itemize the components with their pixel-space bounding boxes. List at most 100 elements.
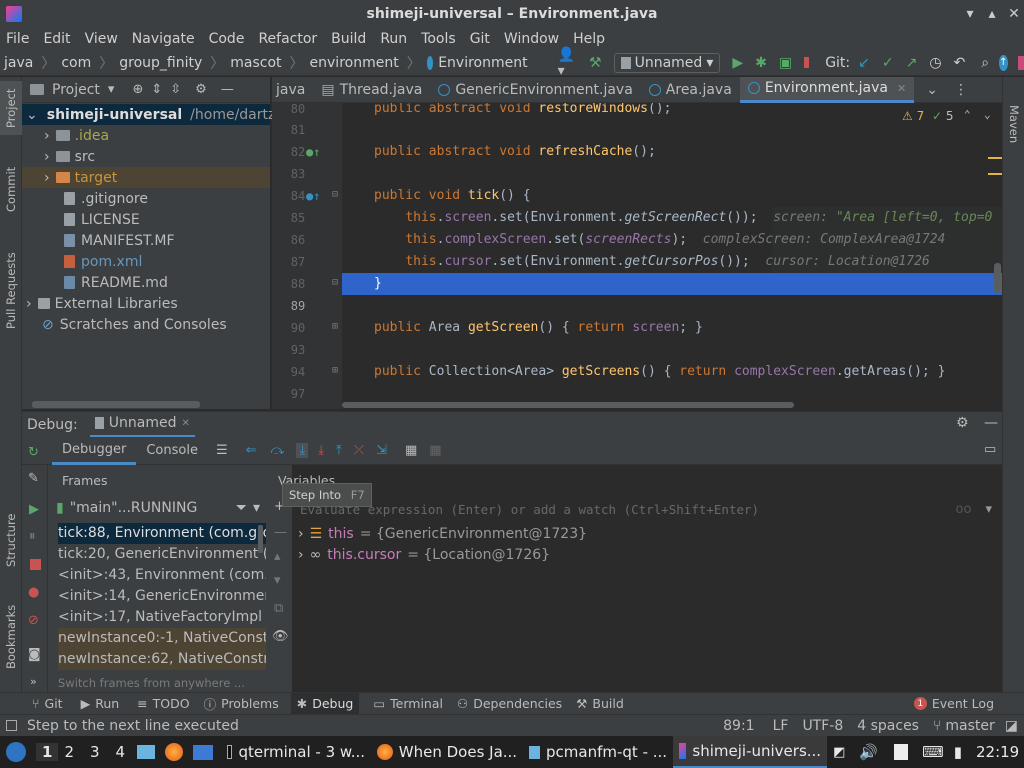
force-step-into-icon[interactable]: ⤓ <box>318 443 324 458</box>
menu-view[interactable]: View <box>85 31 118 47</box>
modify-config-icon[interactable]: ✎ <box>28 471 39 486</box>
run-icon[interactable]: ▶ <box>732 55 743 71</box>
resume-icon[interactable]: ▶ <box>29 502 39 517</box>
chevron-down-icon[interactable]: ⌄ <box>984 108 991 121</box>
indent-setting[interactable]: 4 spaces <box>857 718 919 734</box>
ide-update-icon[interactable]: ↑ <box>999 54 1008 71</box>
stop-icon[interactable] <box>804 57 810 68</box>
git-update-icon[interactable]: ↙ <box>858 55 870 71</box>
frame-item[interactable]: newInstance:62, NativeConstru <box>58 649 266 670</box>
editor-vertical-scrollbar[interactable] <box>994 263 1001 293</box>
debug-session-tab[interactable]: Unnamed ✕ <box>89 412 195 438</box>
tool-tab-git[interactable]: ⑂ Git <box>32 696 63 711</box>
menu-file[interactable]: File <box>6 31 29 47</box>
menu-refactor[interactable]: Refactor <box>258 31 317 47</box>
camera-icon[interactable]: ◙ <box>28 647 41 662</box>
close-icon[interactable]: ✕ <box>1004 0 1024 28</box>
frames-scrollbar[interactable] <box>258 525 263 553</box>
frame-item[interactable]: tick:20, GenericEnvironment (c <box>58 544 266 565</box>
more-icon[interactable]: » <box>30 675 37 688</box>
firefox-launcher-icon[interactable] <box>165 743 184 761</box>
debug-tab-console[interactable]: Console <box>136 437 208 465</box>
pause-icon[interactable]: ⏸ <box>29 529 36 544</box>
search-icon[interactable]: ⌕ <box>981 55 989 71</box>
breadcrumb-environment[interactable]: environment <box>310 55 399 71</box>
remove-watch-icon[interactable]: — <box>274 525 287 540</box>
tree-item-license[interactable]: LICENSE <box>22 209 270 230</box>
frame-item[interactable]: <init>:17, NativeFactoryImpl ( <box>58 607 266 628</box>
mute-breakpoints-icon[interactable]: ⊘ <box>28 613 39 628</box>
file-manager-launcher-icon[interactable] <box>137 745 156 759</box>
menu-git[interactable]: Git <box>470 31 490 47</box>
evaluate-expression-icon[interactable]: ▦ <box>405 443 417 458</box>
settings-gear-icon[interactable]: ⚙ <box>956 415 969 431</box>
frame-item[interactable]: <init>:14, GenericEnvironmen <box>58 586 266 607</box>
side-tab-bookmarks[interactable]: Bookmarks <box>0 597 22 677</box>
git-commit-icon[interactable]: ✓ <box>882 55 894 71</box>
watch-glasses-icon[interactable]: oo <box>956 502 972 517</box>
restore-layout-icon[interactable]: ▭ <box>984 442 996 457</box>
git-branch[interactable]: master <box>945 718 994 734</box>
jetbrains-logo-icon[interactable] <box>1017 55 1024 70</box>
expand-all-icon[interactable]: ⇳ <box>170 82 181 97</box>
breadcrumb-java[interactable]: java <box>4 55 33 71</box>
run-to-cursor-icon[interactable]: ⇲ <box>376 443 387 458</box>
rerun-icon[interactable]: ↻ <box>28 445 39 460</box>
warnings-count[interactable]: ⚠ 7 <box>902 109 924 123</box>
locate-icon[interactable]: ⊕ <box>132 82 143 97</box>
chevron-down-icon[interactable]: ▾ <box>253 500 260 516</box>
breadcrumb-environment-class[interactable]: Environment <box>438 55 527 71</box>
variable-row[interactable]: › ∞ this.cursor = {Location@1726} <box>298 544 550 566</box>
git-push-icon[interactable]: ↗ <box>906 55 918 71</box>
chevron-down-icon[interactable]: ▾ <box>985 502 992 517</box>
task-pcmanfm[interactable]: pcmanfm-qt - ... <box>523 736 673 768</box>
tab-area-java[interactable]: Area.java <box>641 77 740 103</box>
breadcrumb-com[interactable]: com <box>61 55 91 71</box>
fold-icon[interactable]: ⊟ <box>332 189 338 200</box>
step-out-icon[interactable]: ⤒ <box>336 443 342 458</box>
side-tab-maven[interactable]: Maven <box>1003 99 1024 149</box>
tree-item-idea[interactable]: › .idea <box>22 125 270 146</box>
side-tab-structure[interactable]: Structure <box>0 505 22 575</box>
code-editor[interactable]: public abstract void restoreWindows(); p… <box>342 103 1002 409</box>
move-up-icon[interactable]: ▴ <box>274 549 281 564</box>
evaluate-expression-input[interactable]: Evaluate expression (Enter) or add a wat… <box>292 497 1002 521</box>
workspace-2[interactable]: 2 <box>64 743 74 761</box>
tree-item-target[interactable]: › target <box>22 167 270 188</box>
hide-icon[interactable]: — <box>221 82 234 97</box>
event-log-button[interactable]: 1 Event Log <box>913 696 994 711</box>
layout-menu-icon[interactable]: ☰ <box>216 443 228 458</box>
frame-item[interactable]: newInstance0:-1, NativeConstr <box>58 628 266 649</box>
implemented-method-icon[interactable]: ●↑ <box>306 189 320 203</box>
workspace-1[interactable]: 1 <box>36 743 59 761</box>
chevron-right-icon[interactable]: › <box>298 526 304 542</box>
side-tab-pull-requests[interactable]: Pull Requests <box>0 243 22 339</box>
chevron-right-icon[interactable]: › <box>298 547 304 563</box>
move-down-icon[interactable]: ▾ <box>274 573 281 588</box>
tool-tab-todo[interactable]: ≡ TODO <box>137 696 189 711</box>
build-hammer-icon[interactable]: ⚒ <box>589 55 602 71</box>
tab-environment-java[interactable]: Environment.java ✕ <box>739 76 915 103</box>
workspace-3[interactable]: 3 <box>90 743 100 761</box>
tool-tab-debug[interactable]: ✱ Debug <box>290 692 360 715</box>
copy-icon[interactable]: ⧉ <box>274 601 283 616</box>
tree-item-external-libraries[interactable]: › External Libraries <box>22 293 270 314</box>
close-tab-icon[interactable]: ✕ <box>897 82 906 95</box>
line-separator[interactable]: LF <box>773 718 789 734</box>
fold-icon[interactable]: ⊟ <box>332 277 338 288</box>
history-icon[interactable]: ◷ <box>929 55 941 71</box>
chevron-up-icon[interactable]: ⌃ <box>964 108 971 121</box>
fold-icon[interactable]: ⊞ <box>332 321 338 332</box>
variable-row[interactable]: › ☰ this = {GenericEnvironment@1723} <box>298 523 587 545</box>
debug-icon[interactable]: ✱ <box>755 55 767 71</box>
start-menu-icon[interactable] <box>6 742 26 762</box>
implemented-method-icon[interactable]: ●↑ <box>306 145 320 159</box>
menu-help[interactable]: Help <box>573 31 605 47</box>
task-firefox[interactable]: When Does Ja... <box>371 736 523 768</box>
side-tab-project[interactable]: Project <box>0 81 22 135</box>
rollback-icon[interactable]: ↶ <box>954 55 966 71</box>
tool-tab-problems[interactable]: ⓘ Problems <box>204 694 279 713</box>
step-over-icon[interactable]: ⤼ <box>271 443 285 458</box>
tree-item-manifest[interactable]: MANIFEST.MF <box>22 230 270 251</box>
tab-thread-java[interactable]: ▤ Thread.java <box>313 77 430 103</box>
